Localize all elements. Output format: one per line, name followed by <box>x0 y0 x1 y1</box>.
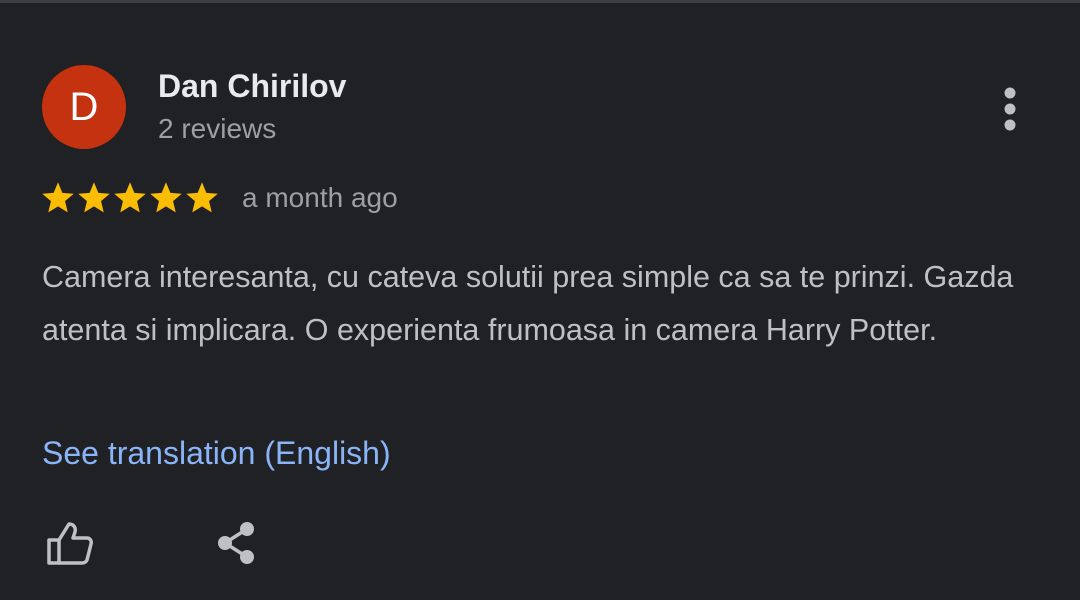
review-card: D Dan Chirilov 2 reviews a month ago Cam… <box>0 3 1080 600</box>
author-review-count: 2 reviews <box>158 113 277 144</box>
like-button[interactable] <box>40 515 100 571</box>
review-date: a month ago <box>242 182 398 213</box>
star-icon <box>150 182 182 213</box>
avatar-letter: D <box>69 84 99 129</box>
thumb-up-icon <box>47 522 93 565</box>
review-text: Camera interesanta, cu cateva solutii pr… <box>42 260 1014 347</box>
avatar[interactable]: D <box>42 65 126 149</box>
author-name[interactable]: Dan Chirilov <box>158 67 346 105</box>
share-icon <box>218 522 254 564</box>
star-rating <box>40 180 220 216</box>
see-translation-link[interactable]: See translation (English) <box>42 433 391 473</box>
star-icon <box>186 182 218 213</box>
star-icon <box>114 182 146 213</box>
more-vertical-icon <box>1004 87 1016 131</box>
share-button[interactable] <box>208 515 264 571</box>
star-icon <box>42 182 74 213</box>
more-options-button[interactable] <box>988 83 1032 135</box>
star-icon <box>78 182 110 213</box>
